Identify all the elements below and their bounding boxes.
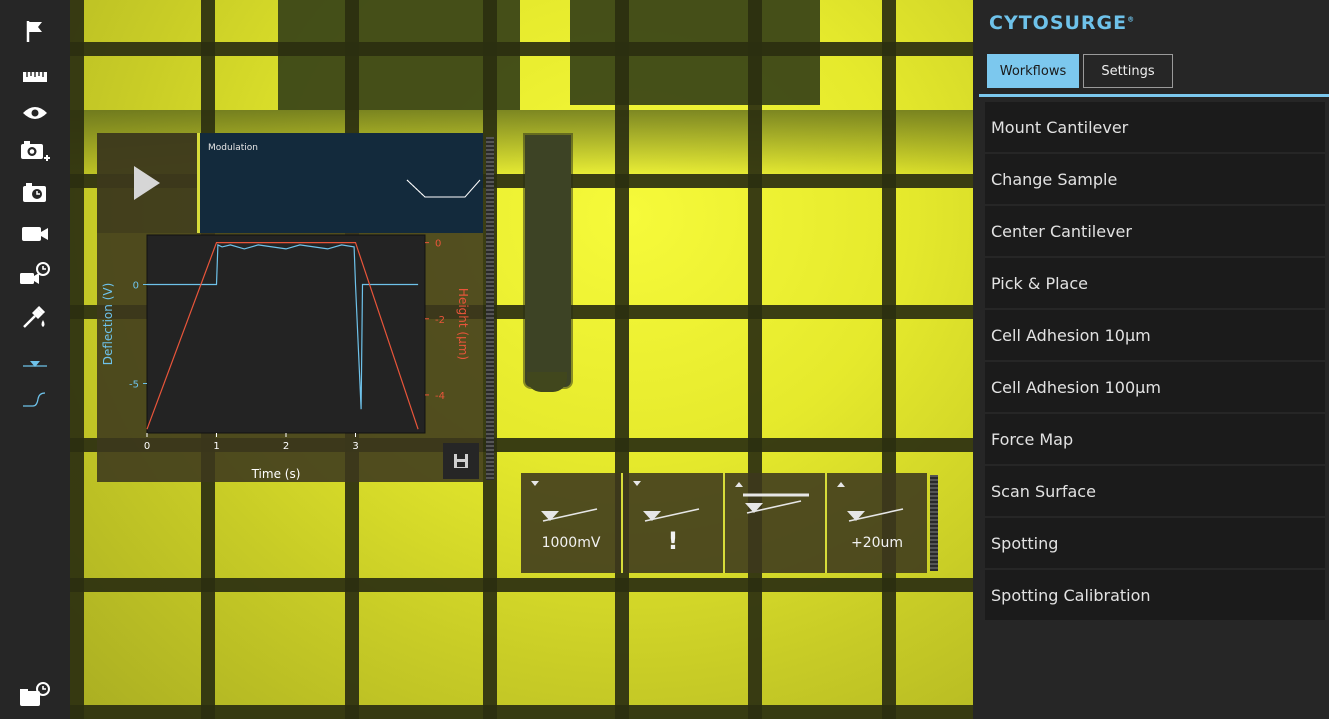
y-left-tick-label: 0 <box>133 281 139 292</box>
cantilever <box>525 135 571 387</box>
tab-settings[interactable]: Settings <box>1083 54 1173 88</box>
cantilever-controls: 1000mV ! +20um <box>521 473 927 573</box>
workflow-item-force-map[interactable]: Force Map <box>985 414 1325 464</box>
control-label: +20um <box>850 535 904 551</box>
cantilever-tip <box>527 372 567 392</box>
plot-frame <box>146 234 426 434</box>
plot-area: 0 1 2 3 0 -5 0 -2 -4 Time (s) Deflection (V) Height… <box>97 233 483 482</box>
folder-history-icon[interactable] <box>17 680 53 710</box>
plot-resize-handle[interactable] <box>486 137 494 480</box>
grid-line <box>748 0 762 719</box>
y-right-tick-label: -2 <box>435 315 445 326</box>
modulation-preview <box>406 179 481 198</box>
flag-icon[interactable] <box>17 16 53 46</box>
workflow-item-mount-cantilever[interactable]: Mount Cantilever <box>985 102 1325 152</box>
video-icon[interactable] <box>17 219 53 249</box>
grid-line <box>70 578 973 592</box>
y-left-axis-label: Deflection (V) <box>101 283 115 366</box>
x-axis-label: Time (s) <box>251 467 301 481</box>
step-up-20um-button[interactable]: +20um <box>827 473 927 573</box>
video-history-icon[interactable] <box>17 259 53 289</box>
workflow-item-center-cantilever[interactable]: Center Cantilever <box>985 206 1325 256</box>
workflow-item-spotting-calibration[interactable]: Spotting Calibration <box>985 570 1325 620</box>
cantilever-up-icon <box>735 482 809 514</box>
approach-1000mV-button[interactable]: 1000mV <box>521 473 621 573</box>
x-tick-label: 2 <box>283 441 289 452</box>
cantilever-warning-icon <box>633 481 700 522</box>
retract-button[interactable] <box>725 473 825 573</box>
panel-divider <box>197 133 200 233</box>
grid-line <box>882 0 896 719</box>
workflow-item-spotting[interactable]: Spotting <box>985 518 1325 568</box>
camera-timer-icon[interactable] <box>17 178 53 208</box>
grid-line <box>70 42 973 56</box>
warning-button[interactable]: ! <box>623 473 723 573</box>
y-right-tick-label: -4 <box>435 391 445 402</box>
workflow-item-scan-surface[interactable]: Scan Surface <box>985 466 1325 516</box>
deflection-height-chart: 0 1 2 3 0 -5 0 -2 -4 Time (s) Deflection (V) Height… <box>101 234 470 481</box>
tab-workflows[interactable]: Workflows <box>987 54 1079 88</box>
plot-widget: Modulation 0 1 2 3 0 -5 0 -2 -4 Time (s) Deflectio… <box>97 133 483 482</box>
eye-icon[interactable] <box>17 98 53 128</box>
cantilever-up-step-icon <box>837 482 904 522</box>
y-left-tick-label: -5 <box>129 380 139 391</box>
side-panel: CYTOSURGE® Workflows Settings Mount Cant… <box>973 0 1329 719</box>
modulation-label: Modulation <box>208 143 258 153</box>
x-tick-label: 1 <box>213 441 219 452</box>
workflow-item-change-sample[interactable]: Change Sample <box>985 154 1325 204</box>
modulation-panel[interactable]: Modulation <box>200 133 483 233</box>
marker-triangle-icon[interactable] <box>17 348 53 378</box>
save-button[interactable] <box>443 443 479 479</box>
tab-underline <box>979 94 1329 97</box>
camera-add-icon[interactable] <box>17 137 53 167</box>
play-icon <box>134 166 160 200</box>
control-label: 1000mV <box>541 535 601 551</box>
workflow-list: Mount Cantilever Change Sample Center Ca… <box>985 102 1325 622</box>
cantilever-down-icon <box>531 481 598 522</box>
workflow-item-pick-and-place[interactable]: Pick & Place <box>985 258 1325 308</box>
play-button[interactable] <box>97 133 197 233</box>
grid-line <box>70 0 84 719</box>
left-toolbar <box>0 0 70 719</box>
x-tick-label: 3 <box>352 441 358 452</box>
signal-curve-icon[interactable] <box>17 386 53 416</box>
control-label: ! <box>667 527 679 555</box>
ruler-icon[interactable] <box>17 62 53 92</box>
controls-resize-handle[interactable] <box>930 475 938 571</box>
grid-line <box>615 0 629 719</box>
workflow-item-cell-adhesion-10um[interactable]: Cell Adhesion 10µm <box>985 310 1325 360</box>
brand-logo: CYTOSURGE® <box>989 12 1136 34</box>
x-tick-label: 0 <box>144 441 150 452</box>
y-right-tick-label: 0 <box>435 239 441 250</box>
save-icon <box>454 454 468 468</box>
grid-line <box>70 705 973 719</box>
workflow-item-cell-adhesion-100um[interactable]: Cell Adhesion 100µm <box>985 362 1325 412</box>
pipette-icon[interactable] <box>17 301 53 331</box>
y-right-axis-label: Height (µm) <box>456 288 470 360</box>
